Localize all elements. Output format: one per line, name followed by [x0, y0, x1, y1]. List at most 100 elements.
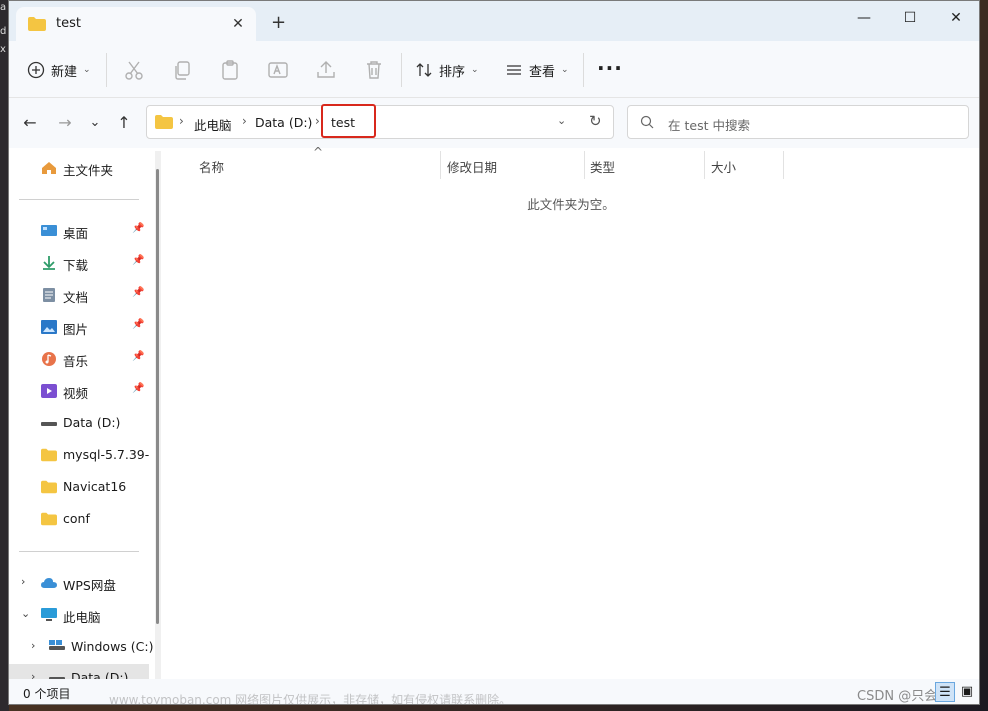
- sort-label: 排序: [439, 64, 466, 80]
- scrollbar-thumb[interactable]: [156, 169, 159, 624]
- sidebar-item-wps[interactable]: › WPS网盘: [9, 569, 149, 597]
- cut-icon[interactable]: [122, 58, 146, 82]
- delete-icon[interactable]: [362, 58, 386, 82]
- picture-icon: [41, 320, 57, 334]
- music-icon: [42, 352, 56, 366]
- chevron-down-icon[interactable]: ⌄: [557, 114, 566, 127]
- rename-icon[interactable]: [266, 58, 290, 82]
- pin-icon[interactable]: 📌: [132, 319, 144, 330]
- folder-icon: [28, 17, 46, 31]
- recent-locations-button[interactable]: ⌄: [84, 112, 106, 134]
- column-header-name[interactable]: 名称: [199, 157, 224, 176]
- breadcrumb-separator: ›: [315, 114, 320, 128]
- sidebar-item-videos[interactable]: 视频 📌: [9, 377, 149, 405]
- tab-title: test: [56, 16, 81, 31]
- pin-icon[interactable]: 📌: [132, 255, 144, 266]
- details-view-icon[interactable]: ☰: [935, 682, 955, 702]
- pin-icon[interactable]: 📌: [132, 223, 144, 234]
- video-icon: [41, 384, 57, 398]
- sidebar-item-label: 桌面: [63, 226, 89, 241]
- column-divider[interactable]: [783, 151, 784, 179]
- new-button[interactable]: 新建 ⌄: [27, 58, 91, 82]
- new-label: 新建: [51, 64, 78, 80]
- sidebar-scrollbar[interactable]: [155, 151, 161, 681]
- sidebar-item-label: 主文件夹: [63, 163, 114, 178]
- view-list-icon: [507, 65, 521, 75]
- sidebar-item-pictures[interactable]: 图片 📌: [9, 313, 149, 341]
- collapse-arrow-icon[interactable]: ⌄: [21, 607, 30, 620]
- up-button[interactable]: ↑: [113, 112, 135, 134]
- close-window-button[interactable]: ✕: [933, 7, 979, 29]
- divider: [19, 199, 139, 200]
- sidebar-item-windows-c[interactable]: › Windows (C:): [9, 633, 153, 661]
- expand-arrow-icon[interactable]: ›: [31, 639, 35, 652]
- sidebar-item-navicat16[interactable]: Navicat16: [9, 473, 149, 501]
- sidebar-item-label: conf: [63, 511, 90, 526]
- status-bar: 0 个项目 www.toymoban.com 网络图片仅供展示，非存储，如有侵权…: [9, 679, 979, 705]
- forward-button[interactable]: →: [54, 112, 76, 134]
- tab-test[interactable]: test ✕: [16, 7, 256, 41]
- sort-icon: [416, 63, 432, 77]
- sidebar-item-label: mysql-5.7.39-w: [63, 447, 149, 462]
- breadcrumb-data-d[interactable]: Data (D:): [255, 115, 312, 130]
- paste-icon[interactable]: [218, 58, 242, 82]
- back-button[interactable]: ←: [19, 112, 41, 134]
- refresh-icon[interactable]: ↻: [589, 112, 602, 130]
- divider: [583, 53, 584, 87]
- pin-icon[interactable]: 📌: [132, 383, 144, 394]
- sidebar-item-conf[interactable]: conf: [9, 505, 149, 533]
- tab-close-button[interactable]: ✕: [228, 14, 248, 34]
- search-box[interactable]: 在 test 中搜索: [627, 105, 969, 139]
- large-icons-view-icon[interactable]: ▣: [957, 682, 977, 702]
- column-divider[interactable]: [704, 151, 705, 179]
- sidebar-item-this-pc[interactable]: ⌄ 此电脑: [9, 601, 149, 629]
- sidebar-item-label: WPS网盘: [63, 578, 116, 593]
- maximize-button[interactable]: ☐: [887, 7, 933, 29]
- column-divider[interactable]: [584, 151, 585, 179]
- expand-arrow-icon[interactable]: ›: [21, 575, 25, 588]
- computer-icon: [41, 608, 57, 621]
- sidebar-item-label: 文档: [63, 290, 89, 305]
- sidebar-item-documents[interactable]: 文档 📌: [9, 281, 149, 309]
- breadcrumb-separator: ›: [179, 114, 184, 128]
- sidebar-item-label: Navicat16: [63, 479, 127, 494]
- pin-icon[interactable]: 📌: [132, 287, 144, 298]
- column-header-date-modified[interactable]: 修改日期: [447, 157, 497, 176]
- sidebar-item-mysql[interactable]: mysql-5.7.39-w: [9, 441, 149, 469]
- desktop-icon: [41, 225, 57, 236]
- watermark-text: www.toymoban.com 网络图片仅供展示，非存储，如有侵权请联系删除。: [109, 693, 512, 705]
- sidebar-item-downloads[interactable]: 下载 📌: [9, 249, 149, 277]
- document-icon: [43, 288, 55, 302]
- column-header-size[interactable]: 大小: [711, 157, 736, 176]
- folder-icon: [41, 512, 57, 526]
- column-header-type[interactable]: 类型: [590, 157, 615, 176]
- share-icon[interactable]: [314, 58, 338, 82]
- column-divider[interactable]: [440, 151, 441, 179]
- view-button[interactable]: 查看 ⌄: [505, 58, 569, 82]
- minimize-button[interactable]: —: [841, 7, 887, 29]
- chevron-down-icon: ⌄: [471, 65, 479, 75]
- item-count: 0 个项目: [23, 687, 71, 701]
- home-icon: [42, 162, 56, 174]
- sidebar-item-label: 音乐: [63, 354, 89, 369]
- breadcrumb-this-pc[interactable]: 此电脑: [194, 115, 232, 134]
- divider: [19, 551, 139, 552]
- address-bar[interactable]: › 此电脑 › Data (D:) › test ⌄ ↻: [146, 104, 614, 139]
- new-tab-button[interactable]: +: [271, 14, 286, 32]
- sidebar-item-label: 视频: [63, 386, 89, 401]
- command-bar: 新建 ⌄ 排序 ⌄ 查看 ⌄ ···: [9, 41, 979, 98]
- sidebar-item-desktop[interactable]: 桌面 📌: [9, 217, 149, 245]
- sidebar-item-data-d[interactable]: Data (D:): [9, 409, 149, 437]
- title-bar: test ✕ + — ☐ ✕: [9, 1, 979, 41]
- sidebar-item-label: 图片: [63, 322, 89, 337]
- annotation-highlight-box: [321, 104, 376, 138]
- copy-icon[interactable]: [170, 58, 194, 82]
- sidebar-item-music[interactable]: 音乐 📌: [9, 345, 149, 373]
- windows-drive-icon: [49, 640, 65, 650]
- more-options-button[interactable]: ···: [597, 56, 623, 80]
- sort-button[interactable]: 排序 ⌄: [415, 58, 479, 82]
- sidebar-item-home[interactable]: 主文件夹: [9, 154, 149, 182]
- pin-icon[interactable]: 📌: [132, 351, 144, 362]
- folder-icon: [155, 115, 173, 129]
- drive-icon: [41, 422, 57, 426]
